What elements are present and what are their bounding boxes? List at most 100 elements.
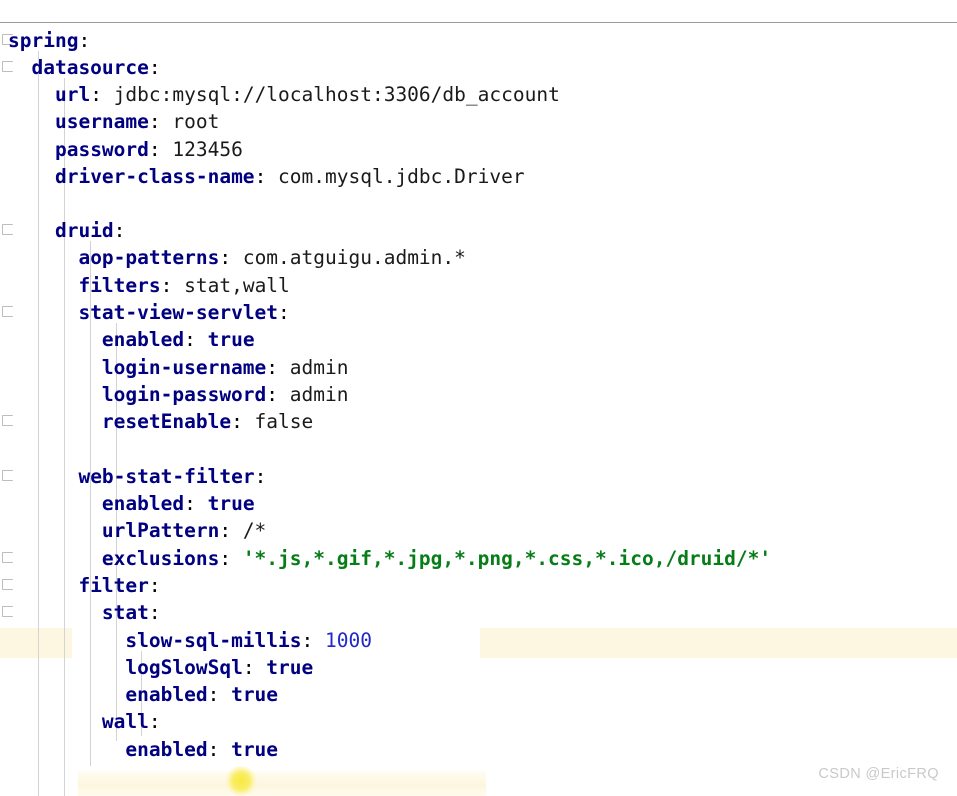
line-stat-enabled[interactable]: enabled: true <box>0 681 957 708</box>
line-slow-sql-millis-token-number: 1000 <box>325 629 372 652</box>
line-driver-class-name-token-value: com.mysql.jdbc.Driver <box>278 165 525 188</box>
line-logSlowSql[interactable]: logSlowSql: true <box>0 654 957 681</box>
line-stat-view-servlet[interactable]: stat-view-servlet: <box>0 299 957 326</box>
line-aop-patterns[interactable]: aop-patterns: com.atguigu.admin.* <box>0 244 957 271</box>
csdn-watermark: CSDN @EricFRQ <box>818 766 939 782</box>
line-spring-token-key: spring <box>8 29 79 52</box>
line-login-username-token-punct: : <box>266 356 290 379</box>
line-wall-token-key: wall <box>101 710 149 733</box>
line-stat-view-servlet-token-key: stat-view-servlet <box>78 301 279 324</box>
line-username-token-key: username <box>54 110 149 133</box>
line-driver-class-name-token-key: driver-class-name <box>54 165 255 188</box>
line-login-password-token-value: admin <box>289 383 349 406</box>
code-surface[interactable]: spring: datasource: url: jdbc:mysql://lo… <box>0 23 957 796</box>
line-exclusions-token-punct: : <box>219 547 243 570</box>
line-svs-enabled-token-punct: : <box>184 328 208 351</box>
line-web-stat-filter-token-key: web-stat-filter <box>78 465 255 488</box>
line-slow-sql-millis[interactable]: slow-sql-millis: 1000 <box>0 627 957 654</box>
line-urlPattern[interactable]: urlPattern: /* <box>0 517 957 544</box>
line-wall[interactable]: wall: <box>0 708 957 735</box>
line-login-password-token-key: login-password <box>101 383 267 406</box>
line-druid-token-key: druid <box>54 219 114 242</box>
line-password-token-punct: : <box>148 138 173 161</box>
line-wsf-enabled-token-punct: : <box>184 492 208 515</box>
line-filters[interactable]: filters: stat,wall <box>0 272 957 299</box>
line-stat-enabled-token-punct: : <box>207 683 232 706</box>
line-datasource-token-punct: : <box>148 56 161 79</box>
line-resetEnable[interactable]: resetEnable: false <box>0 408 957 435</box>
line-wsf-enabled[interactable]: enabled: true <box>0 490 957 517</box>
line-login-username[interactable]: login-username: admin <box>0 354 957 381</box>
line-password-token-value: 123456 <box>172 138 243 161</box>
line-wall-enabled-token-key: enabled <box>125 738 208 761</box>
line-logSlowSql-token-boolean: true <box>266 656 314 679</box>
line-login-password[interactable]: login-password: admin <box>0 381 957 408</box>
line-datasource[interactable]: datasource: <box>0 54 957 81</box>
line-url[interactable]: url: jdbc:mysql://localhost:3306/db_acco… <box>0 81 957 108</box>
line-driver-class-name[interactable]: driver-class-name: com.mysql.jdbc.Driver <box>0 163 957 190</box>
line-username-token-value: root <box>172 110 220 133</box>
line-stat[interactable]: stat: <box>0 599 957 626</box>
line-aop-patterns-token-punct: : <box>219 246 243 269</box>
line-exclusions[interactable]: exclusions: '*.js,*.gif,*.jpg,*.png,*.cs… <box>0 545 957 572</box>
line-svs-enabled-token-key: enabled <box>101 328 185 351</box>
line-filters-token-punct: : <box>160 274 185 297</box>
line-stat-view-servlet-token-punct: : <box>278 301 290 324</box>
line-svs-enabled[interactable]: enabled: true <box>0 326 957 353</box>
line-url-token-key: url <box>54 83 91 106</box>
line-stat-token-key: stat <box>101 601 149 624</box>
line-filter-token-punct: : <box>148 574 161 597</box>
line-logSlowSql-token-punct: : <box>242 656 267 679</box>
line-login-username-token-key: login-username <box>101 356 267 379</box>
line-password[interactable]: password: 123456 <box>0 136 957 163</box>
line-exclusions-token-string: '*.js,*.gif,*.jpg,*.png,*.css,*.ico,/dru… <box>242 547 772 570</box>
line-aop-patterns-token-value: com.atguigu.admin.* <box>242 246 466 269</box>
line-filters-token-key: filters <box>78 274 161 297</box>
line-resetEnable-token-punct: : <box>231 410 255 433</box>
line-wall-enabled-token-boolean: true <box>231 738 279 761</box>
line-stat-token-punct: : <box>148 601 161 624</box>
line-stat-enabled-token-key: enabled <box>125 683 208 706</box>
line-blank-2[interactable] <box>0 435 957 462</box>
line-web-stat-filter-token-punct: : <box>254 465 267 488</box>
code-line-list[interactable]: spring: datasource: url: jdbc:mysql://lo… <box>0 23 957 796</box>
line-slow-sql-millis-token-punct: : <box>301 629 325 652</box>
line-username[interactable]: username: root <box>0 108 957 135</box>
line-wsf-enabled-token-key: enabled <box>101 492 185 515</box>
line-url-token-value: jdbc:mysql://localhost:3306/db_account <box>113 83 560 106</box>
line-url-token-punct: : <box>90 83 114 106</box>
line-web-stat-filter[interactable]: web-stat-filter: <box>0 463 957 490</box>
line-slow-sql-millis-token-key: slow-sql-millis <box>125 629 302 652</box>
line-filter[interactable]: filter: <box>0 572 957 599</box>
line-svs-enabled-token-boolean: true <box>207 328 255 351</box>
line-driver-class-name-token-punct: : <box>254 165 279 188</box>
line-exclusions-token-key: exclusions <box>101 547 220 570</box>
line-wall-enabled[interactable]: enabled: true <box>0 736 957 763</box>
line-druid[interactable]: druid: <box>0 217 957 244</box>
line-wall-enabled-token-punct: : <box>207 738 232 761</box>
line-wsf-enabled-token-boolean: true <box>207 492 255 515</box>
line-logSlowSql-token-key: logSlowSql <box>125 656 243 679</box>
line-blank-1[interactable] <box>0 190 957 217</box>
line-spring[interactable]: spring: <box>0 27 957 54</box>
code-editor[interactable]: spring: datasource: url: jdbc:mysql://lo… <box>0 0 957 796</box>
line-wall-token-punct: : <box>148 710 161 733</box>
